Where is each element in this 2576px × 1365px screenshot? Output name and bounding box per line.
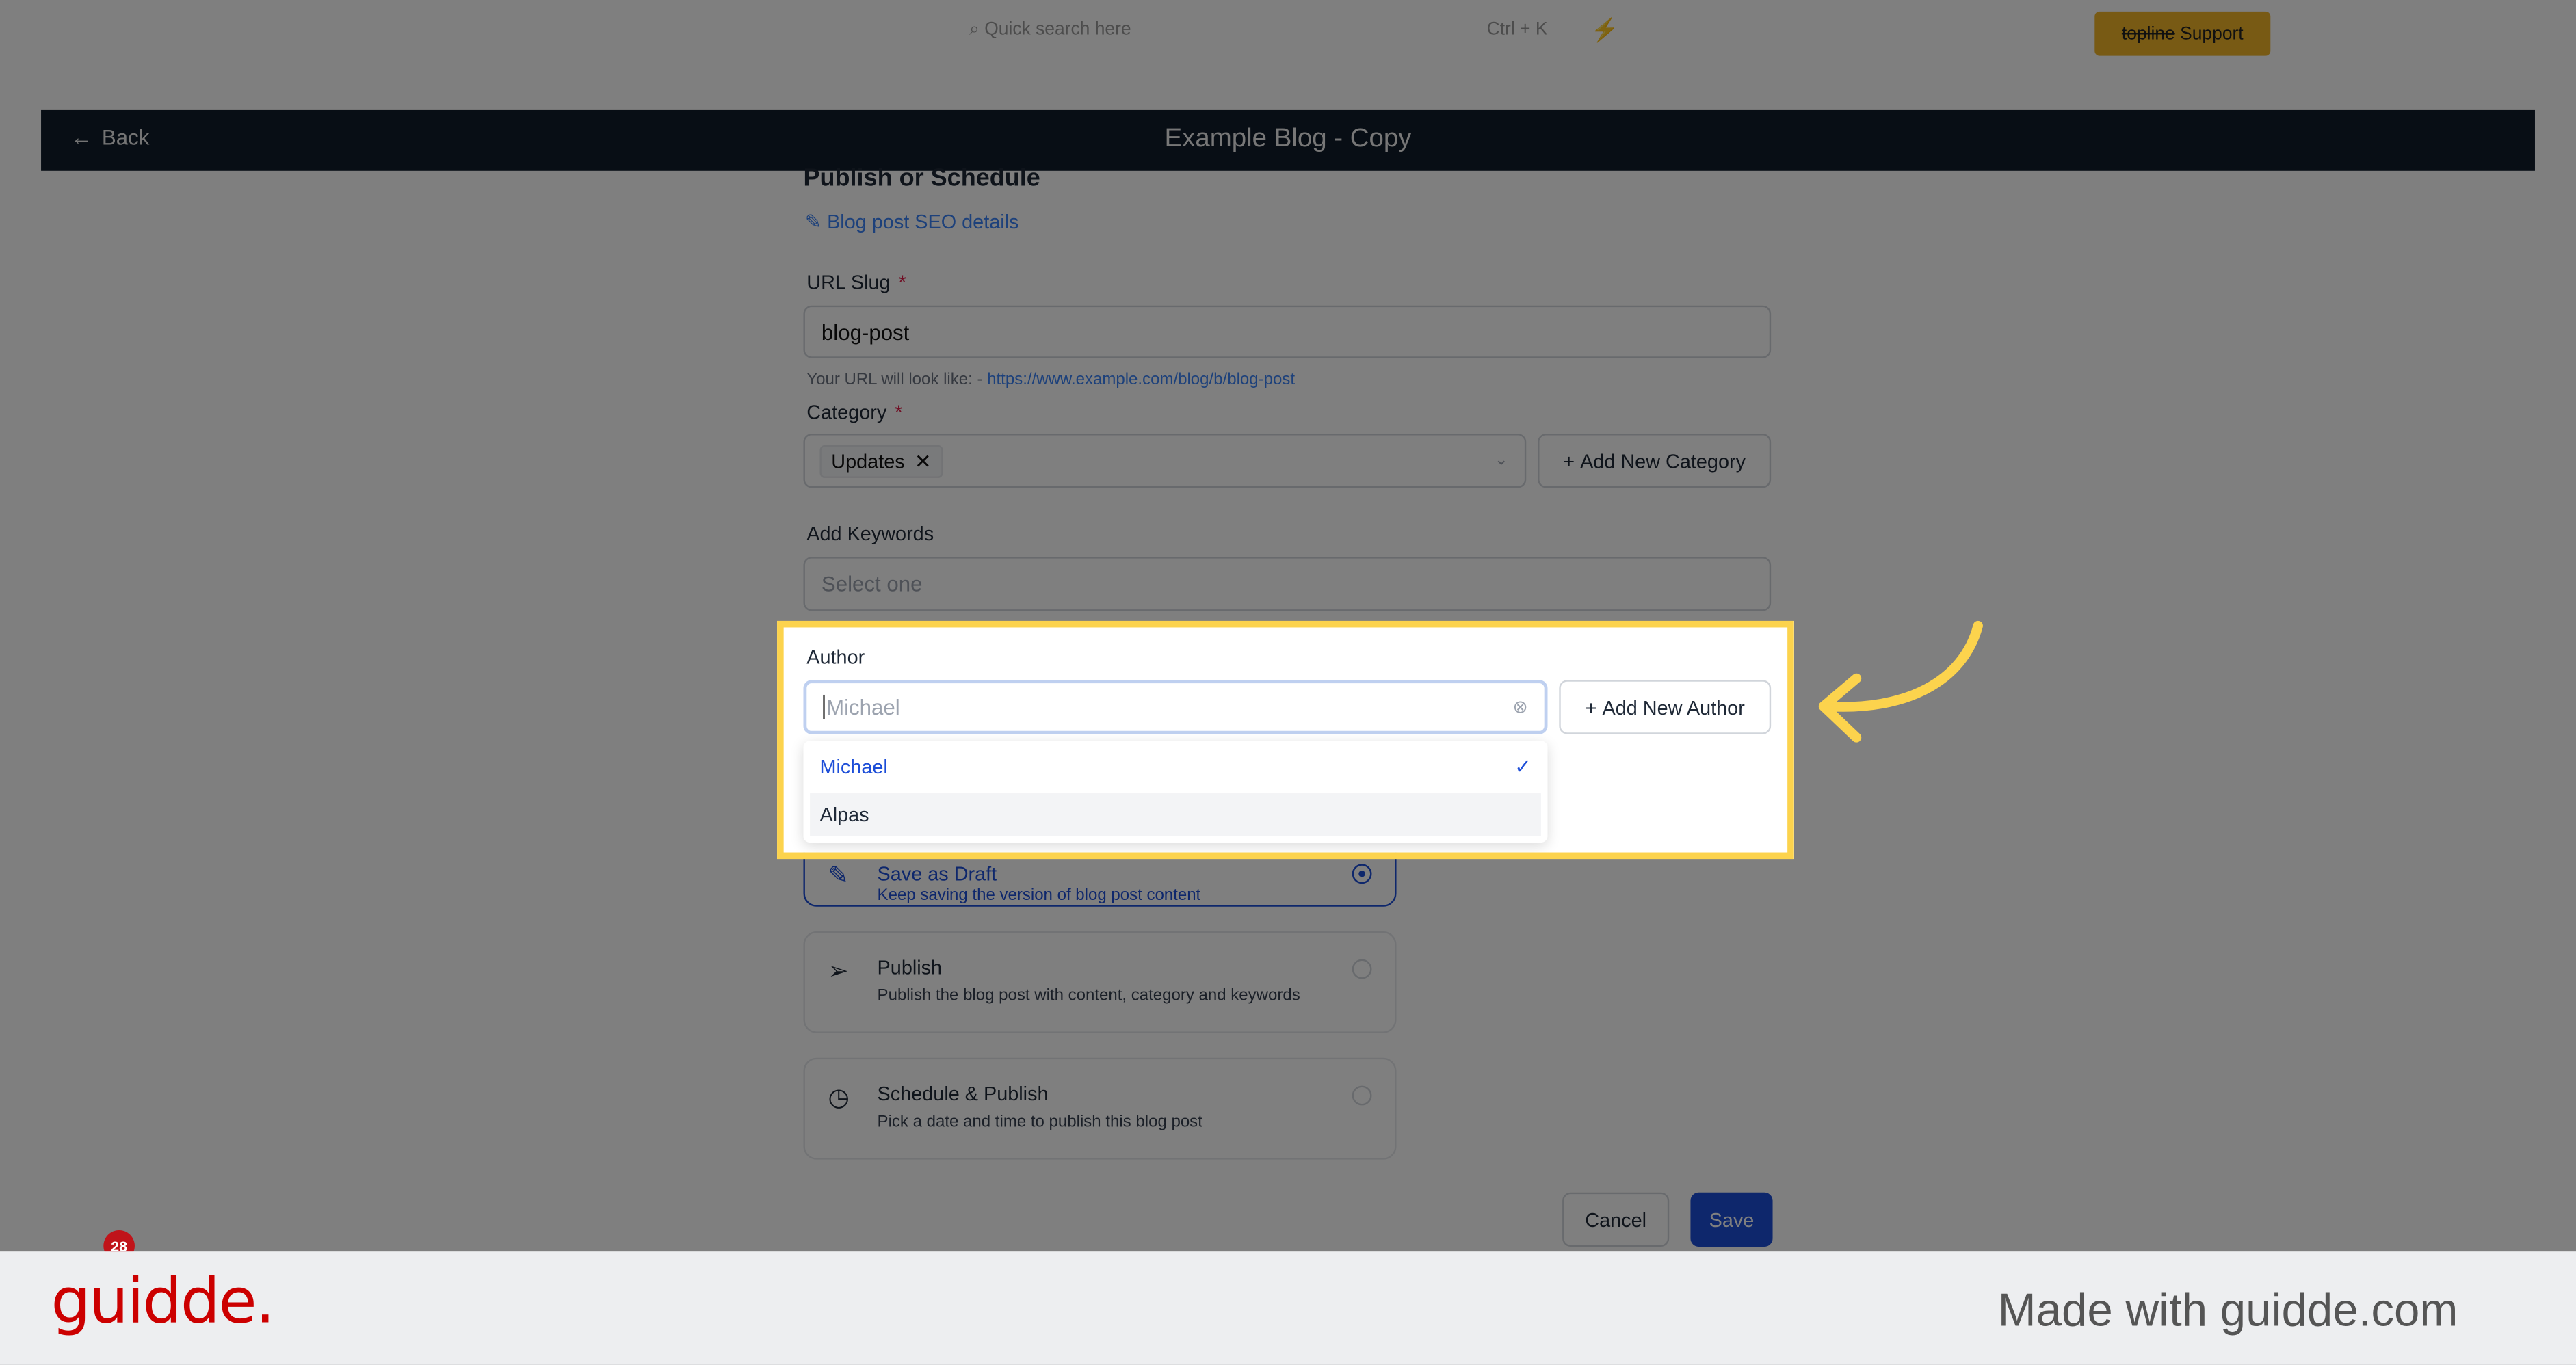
remove-tag-icon[interactable]: ✕ [915,449,931,473]
tag-label: Updates [831,449,905,473]
button-label: Add New Author [1602,695,1745,719]
chevron-down-icon[interactable]: ⌄ [1495,451,1508,469]
option-title: Save as Draft [877,862,997,886]
support-brand: topline [2121,23,2175,44]
url-slug-input[interactable]: blog-post [803,305,1772,358]
category-tag: Updates ✕ [819,444,943,477]
author-option-michael[interactable]: Michael ✓ [810,745,1541,788]
shortcut-hint: Ctrl + K [1486,19,1548,40]
required-mark: * [895,401,903,424]
option-title: Publish [877,955,943,979]
made-with-text: Made with guidde.com [1997,1284,2458,1336]
category-select[interactable]: Updates ✕ ⌄ [803,434,1527,488]
button-label: Add New Category [1580,449,1746,473]
radio-selected[interactable] [1352,864,1372,884]
cancel-button[interactable]: Cancel [1562,1192,1670,1247]
editor-header: ← Back Example Blog - Copy [41,109,2535,171]
author-option-alpas[interactable]: Alpas [810,793,1541,836]
publish-option-publish[interactable]: ➢ Publish Publish the blog post with con… [803,931,1397,1033]
option-description: Publish the blog post with content, cate… [877,987,1300,1005]
author-select-input[interactable]: Michael ⊗ [803,680,1548,734]
clock-icon: ◷ [828,1084,850,1113]
option-label: Michael [819,755,888,779]
preview-url-link[interactable]: https://www.example.com/blog/b/blog-post [987,371,1295,389]
seo-details-link[interactable]: ✎ Blog post SEO details [805,210,1019,233]
quick-search[interactable]: ⌕ Quick search here [969,20,1131,41]
radio[interactable] [1352,959,1372,979]
add-category-button[interactable]: + Add New Category [1538,434,1772,488]
seo-link-label: Blog post SEO details [827,210,1019,234]
add-author-button[interactable]: + Add New Author [1559,680,1772,734]
label-text: Category [806,401,887,424]
lightning-icon[interactable]: ⚡ [1590,16,1619,44]
send-icon: ➢ [828,957,849,986]
section-title: Publish or Schedule [803,164,1040,193]
check-icon: ✓ [1514,755,1532,779]
screen: ⌕ Quick search here Ctrl + K ⚡ topline S… [0,0,2576,1365]
pencil-icon: ✎ [804,210,822,234]
required-mark: * [898,271,906,294]
page-title: Example Blog - Copy [1164,124,1412,153]
save-button[interactable]: Save [1690,1192,1773,1247]
category-label: Category * [806,401,902,424]
support-button[interactable]: topline Support [2094,11,2271,56]
top-bar: ⌕ Quick search here Ctrl + K ⚡ topline S… [0,0,2576,102]
hint-text: Your URL will look like: - [806,371,983,390]
author-dropdown: Michael ✓ Alpas [803,741,1548,843]
keywords-select[interactable]: Select one [803,557,1772,611]
option-description: Keep saving the version of blog post con… [877,886,1201,905]
author-label: Author [806,645,865,669]
url-slug-value: blog-post [821,319,910,345]
keywords-placeholder: Select one [821,571,923,596]
publish-option-schedule[interactable]: ◷ Schedule & Publish Pick a date and tim… [803,1057,1397,1160]
option-label: Alpas [819,803,869,827]
guidde-logo: guidde. [51,1264,275,1338]
clear-icon[interactable]: ⊗ [1513,696,1528,718]
option-title: Schedule & Publish [877,1082,1049,1106]
pen-icon: ✎ [828,862,849,890]
option-description: Pick a date and time to publish this blo… [877,1113,1202,1132]
support-label: Support [2180,23,2244,44]
arrow-pointer-icon [1818,620,1983,743]
author-placeholder: Michael [823,694,900,719]
url-hint: Your URL will look like: - https://www.e… [806,371,1295,389]
radio[interactable] [1352,1085,1372,1106]
url-slug-label: URL Slug * [806,271,906,294]
label-text: URL Slug [806,271,891,294]
keywords-label: Add Keywords [806,522,934,546]
search-placeholder: Quick search here [984,19,1131,40]
